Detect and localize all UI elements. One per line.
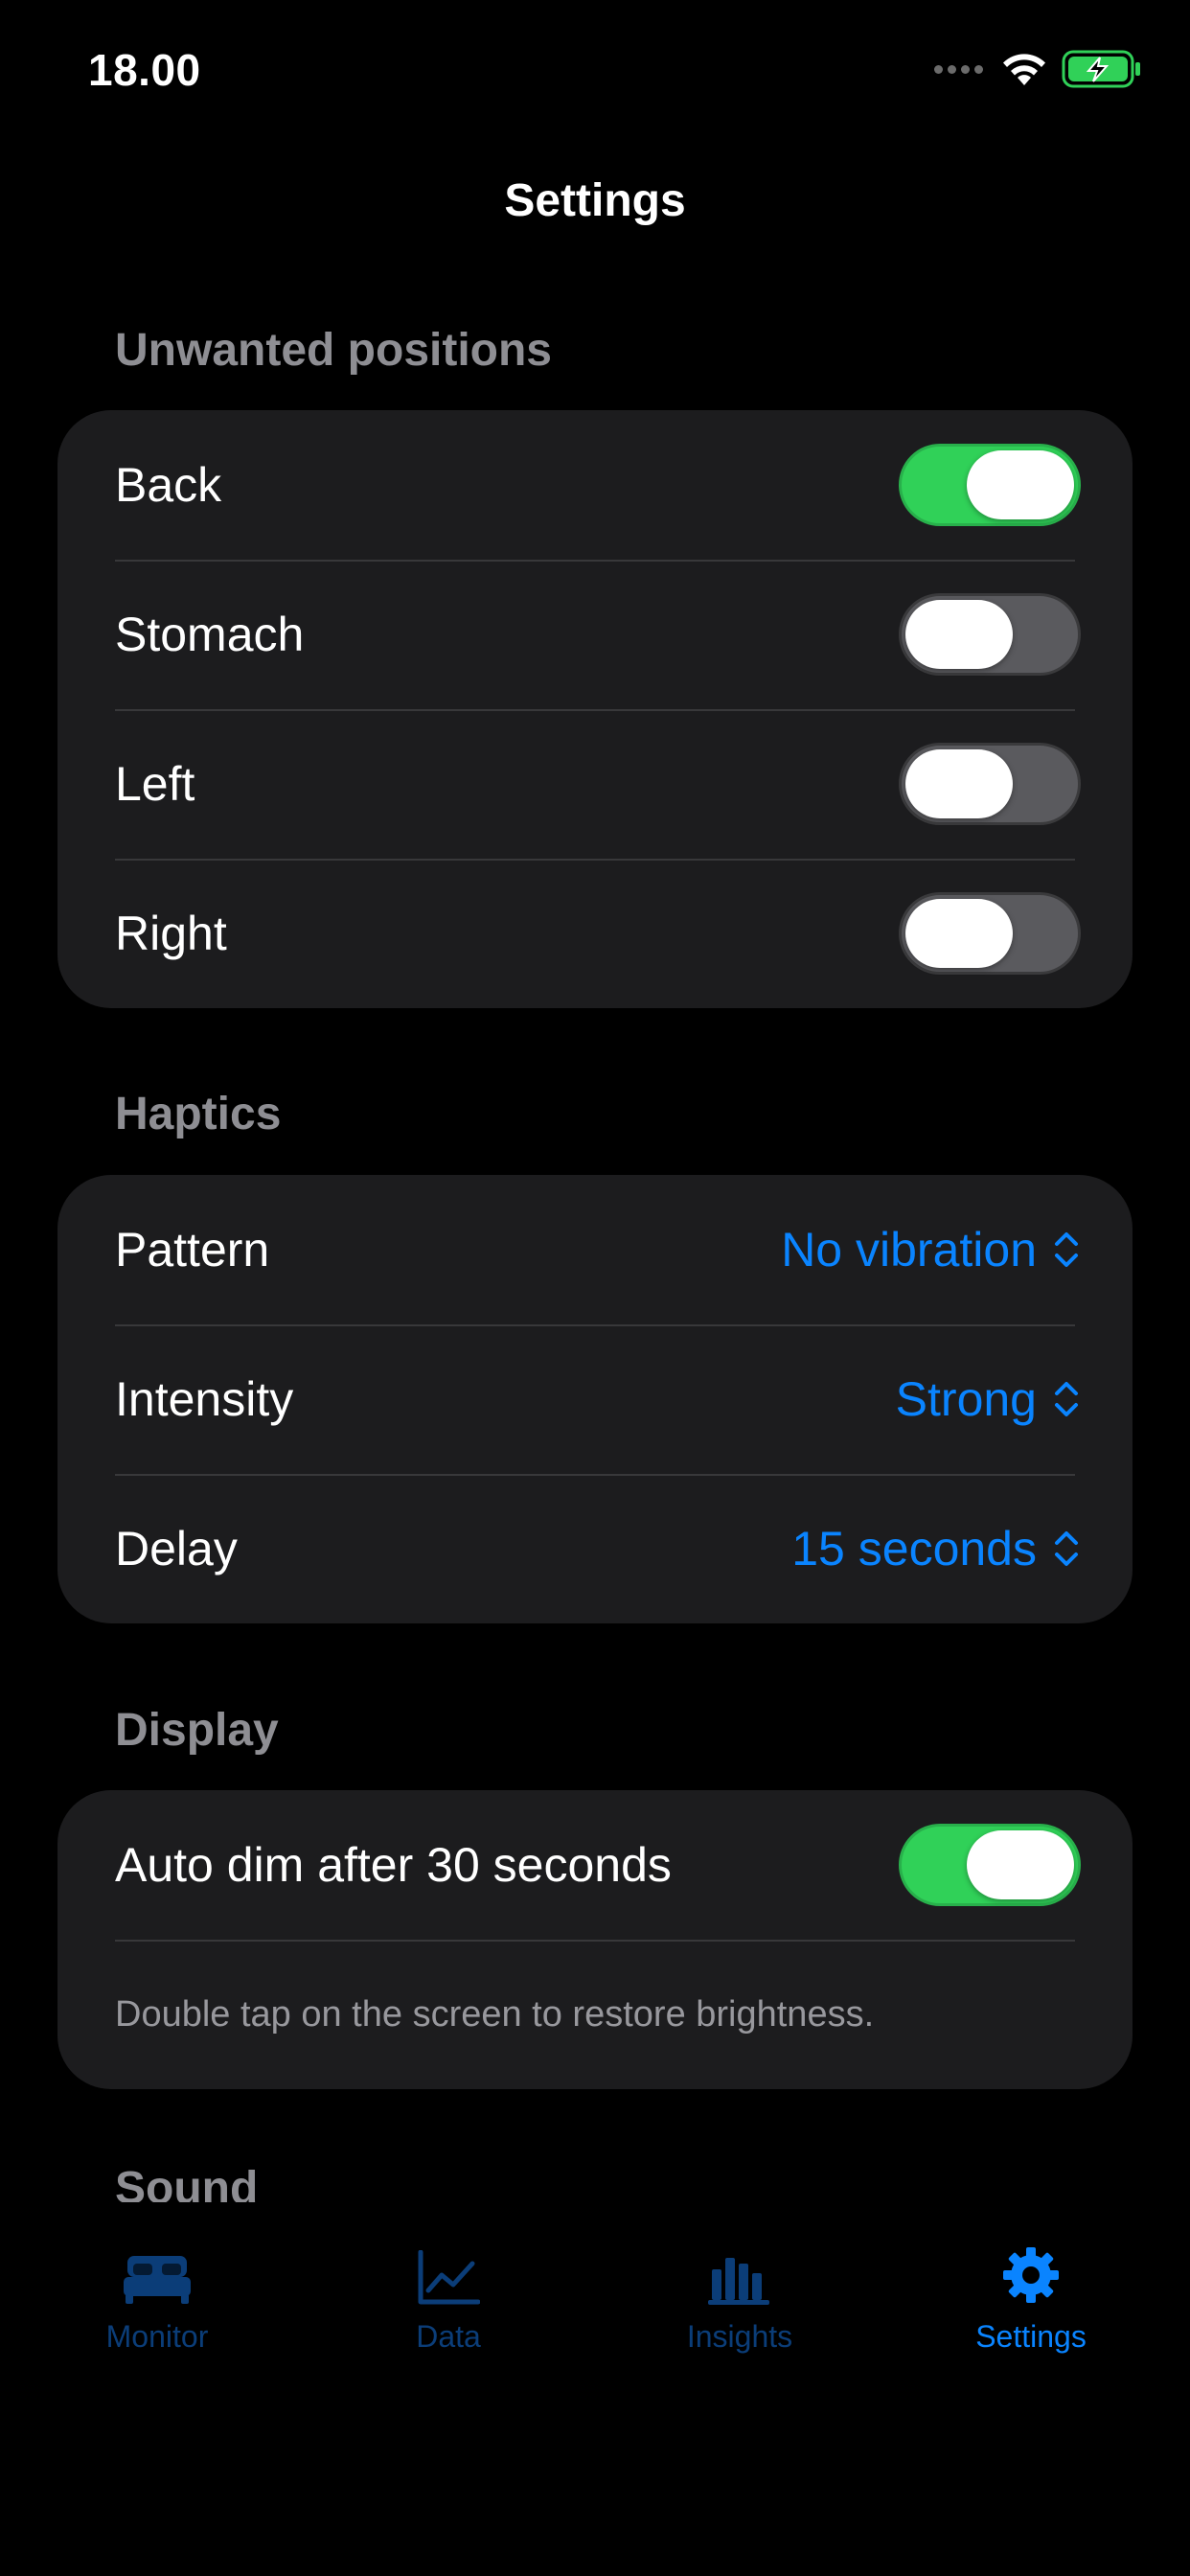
haptics-group: Pattern No vibration Intensity Strong De…: [57, 1175, 1133, 1623]
row-back: Back: [57, 410, 1133, 560]
gear-icon: [1003, 2247, 1059, 2303]
battery-charging-icon: [1062, 50, 1140, 88]
intensity-value: Strong: [895, 1372, 1037, 1426]
toggle-stomach[interactable]: [899, 593, 1081, 676]
cellular-signal-icon: [934, 64, 983, 74]
toggle-knob: [905, 899, 1013, 968]
row-label-right: Right: [115, 907, 227, 960]
toggle-knob: [905, 749, 1013, 818]
bar-chart-icon: [708, 2258, 769, 2305]
display-footnote-row: Double tap on the screen to restore brig…: [57, 1940, 1133, 2089]
tab-monitor[interactable]: Monitor: [42, 2241, 272, 2355]
row-label-intensity: Intensity: [115, 1372, 294, 1426]
pattern-value: No vibration: [781, 1223, 1037, 1276]
row-pattern[interactable]: Pattern No vibration: [57, 1175, 1133, 1324]
toggle-right[interactable]: [899, 892, 1081, 975]
section-header-unwanted-positions: Unwanted positions: [115, 325, 552, 376]
tab-label-data: Data: [416, 2319, 481, 2354]
toggle-knob: [967, 1830, 1074, 1899]
status-time: 18.00: [88, 45, 201, 95]
delay-picker[interactable]: 15 seconds: [791, 1521, 1081, 1576]
delay-value: 15 seconds: [791, 1522, 1037, 1576]
row-right: Right: [57, 859, 1133, 1008]
tab-settings[interactable]: Settings: [916, 2241, 1146, 2355]
row-label-stomach: Stomach: [115, 608, 305, 661]
display-footnote: Double tap on the screen to restore brig…: [115, 1993, 875, 2035]
display-group: Auto dim after 30 seconds Double tap on …: [57, 1790, 1133, 2089]
tab-bar: Monitor Data Insights Settings: [0, 2202, 1190, 2576]
toggle-auto-dim[interactable]: [899, 1824, 1081, 1906]
tab-insights[interactable]: Insights: [625, 2241, 855, 2355]
row-delay[interactable]: Delay 15 seconds: [57, 1474, 1133, 1623]
row-left: Left: [57, 709, 1133, 859]
section-header-haptics: Haptics: [115, 1089, 282, 1139]
tab-label-monitor: Monitor: [105, 2319, 209, 2354]
row-stomach: Stomach: [57, 560, 1133, 709]
toggle-left[interactable]: [899, 743, 1081, 825]
row-label-delay: Delay: [115, 1522, 238, 1576]
section-header-display: Display: [115, 1705, 279, 1756]
row-label-pattern: Pattern: [115, 1223, 270, 1276]
toggle-knob: [967, 450, 1074, 519]
row-label-auto-dim: Auto dim after 30 seconds: [115, 1838, 672, 1892]
tab-label-settings: Settings: [975, 2319, 1087, 2354]
toggle-back[interactable]: [899, 444, 1081, 526]
chevron-up-down-icon: [1055, 1382, 1078, 1416]
wifi-icon: [1003, 54, 1045, 85]
row-auto-dim: Auto dim after 30 seconds: [57, 1790, 1133, 1940]
row-label-left: Left: [115, 757, 195, 811]
unwanted-positions-group: Back Stomach Left Right: [57, 410, 1133, 1008]
chevron-up-down-icon: [1055, 1531, 1078, 1566]
status-bar: 18.00: [0, 0, 1190, 144]
tab-data[interactable]: Data: [333, 2241, 563, 2355]
row-intensity[interactable]: Intensity Strong: [57, 1324, 1133, 1474]
chevron-up-down-icon: [1055, 1232, 1078, 1267]
bed-icon: [124, 2256, 191, 2304]
line-chart-icon: [418, 2250, 480, 2305]
page-title: Settings: [504, 175, 686, 226]
row-label-back: Back: [115, 458, 222, 512]
toggle-knob: [905, 600, 1013, 669]
intensity-picker[interactable]: Strong: [896, 1371, 1081, 1427]
tab-label-insights: Insights: [686, 2319, 793, 2354]
pattern-picker[interactable]: No vibration: [781, 1222, 1081, 1277]
status-icons: [934, 50, 1142, 88]
